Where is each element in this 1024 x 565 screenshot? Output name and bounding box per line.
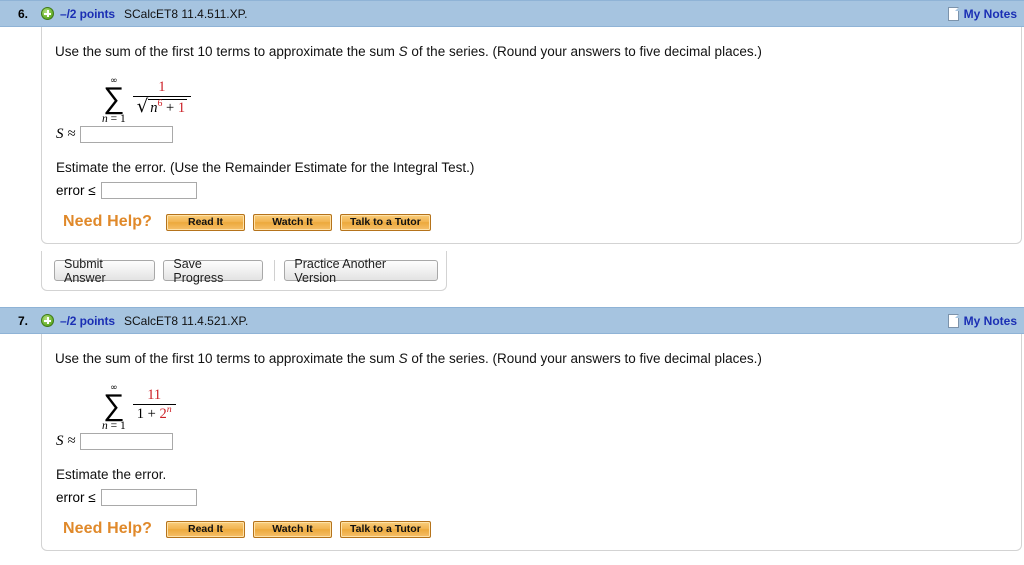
prompt-text-after: of the series. (Round your answers to fi…: [407, 351, 762, 366]
points-label: –/2 points: [60, 6, 116, 21]
practice-another-version-button[interactable]: Practice Another Version: [284, 257, 438, 285]
points-label: –/2 points: [60, 313, 116, 328]
fraction: 1 √ n6 + 1: [132, 79, 192, 116]
summation-operator: ∞ ∑ n = 1: [102, 384, 126, 433]
watch-it-button[interactable]: Watch It: [253, 213, 333, 231]
fraction: 11 1 + 2n: [132, 386, 176, 423]
error-answer-label: error ≤: [56, 183, 96, 198]
prompt-variable: S: [398, 44, 408, 59]
error-answer-row-6: error ≤: [56, 182, 1021, 199]
assignment-page: 6. –/2 points SCalcET8 11.4.511.XP. My N…: [0, 0, 1024, 565]
sum-answer-input[interactable]: [80, 126, 174, 143]
fraction-numerator: 11: [147, 386, 162, 403]
error-answer-input[interactable]: [100, 489, 197, 506]
need-help-row-6: Need Help? Read It Watch It Talk to a Tu…: [63, 213, 1021, 231]
radicand: n6 + 1: [148, 98, 188, 116]
button-separator: [274, 260, 276, 281]
sigma-icon: ∑: [103, 81, 125, 116]
question-block-7: 7. –/2 points SCalcET8 11.4.521.XP. My N…: [0, 307, 1024, 551]
need-help-row-7: Need Help? Read It Watch It Talk to a Tu…: [63, 520, 1021, 538]
question-number: 6.: [17, 6, 28, 21]
note-page-icon: [947, 6, 959, 21]
my-notes-button[interactable]: My Notes: [947, 308, 1017, 333]
read-it-button[interactable]: Read It: [166, 213, 246, 231]
read-it-button[interactable]: Read It: [166, 520, 246, 538]
fraction-denominator: √ n6 + 1: [133, 97, 191, 116]
fraction-denominator: 1 + 2n: [136, 403, 172, 422]
error-answer-row-7: error ≤: [56, 489, 1021, 506]
summation-lower-limit: n = 1: [102, 420, 126, 432]
prompt-text-after: of the series. (Round your answers to fi…: [407, 44, 762, 59]
talk-to-a-tutor-button[interactable]: Talk to a Tutor: [340, 213, 431, 231]
fraction-numerator: 1: [158, 79, 166, 95]
prompt-text-before: Use the sum of the first 10 terms to app…: [55, 44, 399, 59]
error-answer-label: error ≤: [56, 490, 96, 505]
summation-lower-limit: n = 1: [102, 113, 126, 125]
watch-it-button[interactable]: Watch It: [253, 520, 333, 538]
error-prompt-6: Estimate the error. (Use the Remainder E…: [56, 160, 475, 175]
submit-bar-6: Submit Answer Save Progress Practice Ano…: [41, 251, 447, 291]
square-root: √ n6 + 1: [136, 96, 188, 117]
need-help-label: Need Help?: [63, 520, 153, 537]
submit-answer-button[interactable]: Submit Answer: [54, 257, 156, 285]
save-progress-button[interactable]: Save Progress: [163, 257, 264, 285]
question-prompt: Use the sum of the first 10 terms to app…: [55, 350, 1021, 367]
talk-to-a-tutor-button[interactable]: Talk to a Tutor: [340, 520, 431, 538]
note-page-icon: [947, 313, 959, 328]
plus-circle-icon[interactable]: [41, 314, 54, 327]
question-header-7: 7. –/2 points SCalcET8 11.4.521.XP. My N…: [0, 307, 1024, 334]
sum-answer-label: S ≈: [56, 126, 76, 142]
question-body-7: Use the sum of the first 10 terms to app…: [41, 334, 1022, 551]
sum-answer-row-6: S ≈: [56, 126, 1021, 143]
series-expression-6: ∞ ∑ n = 1 1 √ n6 + 1: [102, 71, 1021, 125]
error-answer-input[interactable]: [100, 182, 197, 199]
question-prompt: Use the sum of the first 10 terms to app…: [55, 43, 1021, 60]
need-help-label: Need Help?: [63, 213, 153, 230]
radical-sign-icon: √: [136, 96, 149, 117]
my-notes-button[interactable]: My Notes: [947, 1, 1017, 26]
my-notes-label: My Notes: [963, 313, 1017, 328]
sum-answer-label: S ≈: [56, 433, 76, 449]
question-number: 7.: [17, 313, 28, 328]
error-prompt-7: Estimate the error.: [56, 467, 167, 482]
question-code: SCalcET8 11.4.521.XP.: [124, 313, 249, 328]
plus-circle-icon[interactable]: [41, 7, 54, 20]
series-expression-7: ∞ ∑ n = 1 11 1 + 2n: [102, 378, 1021, 432]
sum-answer-input[interactable]: [80, 433, 174, 450]
question-code: SCalcET8 11.4.511.XP.: [124, 6, 248, 21]
prompt-text-before: Use the sum of the first 10 terms to app…: [55, 351, 399, 366]
my-notes-label: My Notes: [963, 6, 1017, 21]
sum-answer-row-7: S ≈: [56, 433, 1021, 450]
question-header-6: 6. –/2 points SCalcET8 11.4.511.XP. My N…: [0, 0, 1024, 27]
question-block-6: 6. –/2 points SCalcET8 11.4.511.XP. My N…: [0, 0, 1024, 244]
sigma-icon: ∑: [103, 388, 125, 423]
question-body-6: Use the sum of the first 10 terms to app…: [41, 27, 1022, 244]
summation-operator: ∞ ∑ n = 1: [102, 77, 126, 126]
prompt-variable: S: [398, 351, 408, 366]
